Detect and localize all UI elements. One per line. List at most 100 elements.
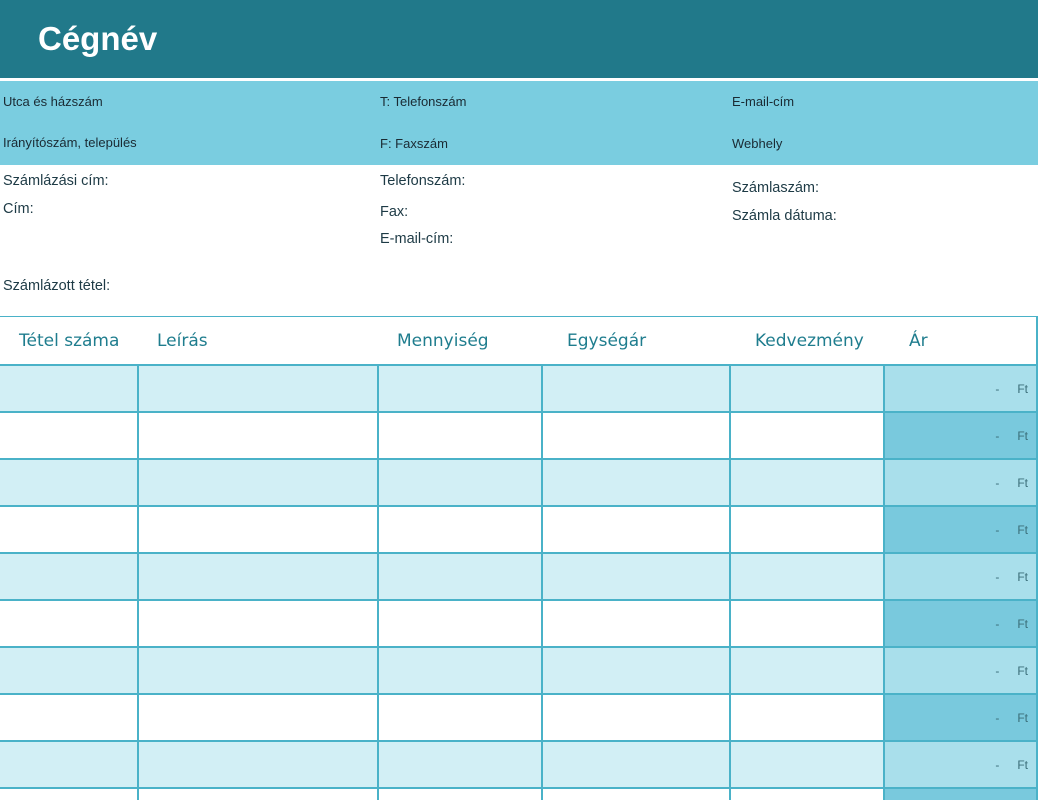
unit-price-cell[interactable] <box>541 411 731 460</box>
company-fax[interactable]: F: Faxszám <box>380 136 448 152</box>
item-number-cell[interactable] <box>0 740 139 789</box>
description-cell[interactable] <box>137 364 379 413</box>
quantity-cell[interactable] <box>377 740 543 789</box>
customer-email-label: E-mail-cím: <box>380 231 454 247</box>
price-cell[interactable]: - Ft <box>883 411 1038 460</box>
price-cell[interactable]: - Ft <box>883 552 1038 601</box>
company-name[interactable]: Cégnév <box>38 19 157 59</box>
description-cell[interactable] <box>137 693 379 742</box>
column-header-description: Leírás <box>138 316 378 366</box>
quantity-cell[interactable] <box>377 599 543 648</box>
billed-item-label: Számlázott tétel: <box>3 278 111 294</box>
unit-price-cell[interactable] <box>541 552 731 601</box>
price-currency: Ft <box>1017 428 1028 443</box>
price-currency: Ft <box>1017 475 1028 490</box>
invoice-items-table: Tétel száma Leírás Mennyiség Egységár Ke… <box>0 316 1038 800</box>
invoice-page: Cégnév Utca és házszám T: Telefonszám E-… <box>0 0 1038 800</box>
discount-cell[interactable] <box>729 646 885 695</box>
table-row: - Ft <box>0 411 1038 460</box>
unit-price-cell[interactable] <box>541 646 731 695</box>
column-header-unit-price: Egységár <box>542 316 730 366</box>
discount-cell[interactable] <box>729 411 885 460</box>
discount-cell[interactable] <box>729 364 885 413</box>
discount-cell[interactable] <box>729 552 885 601</box>
table-row: - Ft <box>0 505 1038 554</box>
price-value: - <box>995 569 1000 584</box>
quantity-cell[interactable] <box>377 646 543 695</box>
item-number-cell[interactable] <box>0 646 139 695</box>
item-number-cell[interactable] <box>0 599 139 648</box>
quantity-cell[interactable] <box>377 411 543 460</box>
price-cell[interactable]: - Ft <box>883 646 1038 695</box>
item-number-cell[interactable] <box>0 364 139 413</box>
item-number-cell[interactable] <box>0 505 139 554</box>
table-row <box>0 787 1038 800</box>
item-number-cell[interactable] <box>0 411 139 460</box>
company-email[interactable]: E-mail-cím <box>732 94 794 110</box>
description-cell[interactable] <box>137 787 379 800</box>
price-currency: Ft <box>1017 757 1028 772</box>
company-street[interactable]: Utca és házszám <box>3 94 103 110</box>
column-header-discount: Kedvezmény <box>730 316 884 366</box>
table-row: - Ft <box>0 646 1038 695</box>
description-cell[interactable] <box>137 505 379 554</box>
table-row: - Ft <box>0 364 1038 413</box>
discount-cell[interactable] <box>729 787 885 800</box>
quantity-cell[interactable] <box>377 693 543 742</box>
customer-fax-label: Fax: <box>380 204 409 220</box>
item-number-cell[interactable] <box>0 693 139 742</box>
column-header-item-number: Tétel száma <box>0 316 138 366</box>
unit-price-cell[interactable] <box>541 458 731 507</box>
company-contact-band: Utca és házszám T: Telefonszám E-mail-cí… <box>0 81 1038 165</box>
table-row: - Ft <box>0 458 1038 507</box>
discount-cell[interactable] <box>729 505 885 554</box>
item-number-cell[interactable] <box>0 458 139 507</box>
quantity-cell[interactable] <box>377 787 543 800</box>
unit-price-cell[interactable] <box>541 599 731 648</box>
discount-cell[interactable] <box>729 458 885 507</box>
company-website[interactable]: Webhely <box>732 136 782 152</box>
quantity-cell[interactable] <box>377 364 543 413</box>
price-cell[interactable]: - Ft <box>883 599 1038 648</box>
invoice-date-label: Számla dátuma: <box>732 208 837 224</box>
company-zip-city[interactable]: Irányítószám, település <box>3 135 137 151</box>
unit-price-cell[interactable] <box>541 693 731 742</box>
quantity-cell[interactable] <box>377 552 543 601</box>
description-cell[interactable] <box>137 411 379 460</box>
company-phone[interactable]: T: Telefonszám <box>380 94 466 110</box>
unit-price-cell[interactable] <box>541 364 731 413</box>
price-value: - <box>995 428 1000 443</box>
price-cell[interactable]: - Ft <box>883 364 1038 413</box>
unit-price-cell[interactable] <box>541 740 731 789</box>
price-cell[interactable]: - Ft <box>883 458 1038 507</box>
description-cell[interactable] <box>137 458 379 507</box>
price-value: - <box>995 616 1000 631</box>
quantity-cell[interactable] <box>377 458 543 507</box>
table-row: - Ft <box>0 599 1038 648</box>
price-cell[interactable]: - Ft <box>883 740 1038 789</box>
description-cell[interactable] <box>137 740 379 789</box>
price-value: - <box>995 757 1000 772</box>
discount-cell[interactable] <box>729 740 885 789</box>
unit-price-cell[interactable] <box>541 505 731 554</box>
quantity-cell[interactable] <box>377 505 543 554</box>
price-cell[interactable]: - Ft <box>883 693 1038 742</box>
unit-price-cell[interactable] <box>541 787 731 800</box>
price-cell[interactable]: - Ft <box>883 505 1038 554</box>
price-currency: Ft <box>1017 710 1028 725</box>
discount-cell[interactable] <box>729 599 885 648</box>
item-number-cell[interactable] <box>0 787 139 800</box>
price-value: - <box>995 710 1000 725</box>
billing-address-label: Számlázási cím: <box>3 173 109 189</box>
description-cell[interactable] <box>137 599 379 648</box>
address-label: Cím: <box>3 201 34 217</box>
column-header-quantity: Mennyiség <box>378 316 542 366</box>
discount-cell[interactable] <box>729 693 885 742</box>
description-cell[interactable] <box>137 552 379 601</box>
description-cell[interactable] <box>137 646 379 695</box>
price-cell[interactable] <box>883 787 1038 800</box>
table-row: - Ft <box>0 552 1038 601</box>
customer-phone-label: Telefonszám: <box>380 173 466 189</box>
price-currency: Ft <box>1017 522 1028 537</box>
item-number-cell[interactable] <box>0 552 139 601</box>
